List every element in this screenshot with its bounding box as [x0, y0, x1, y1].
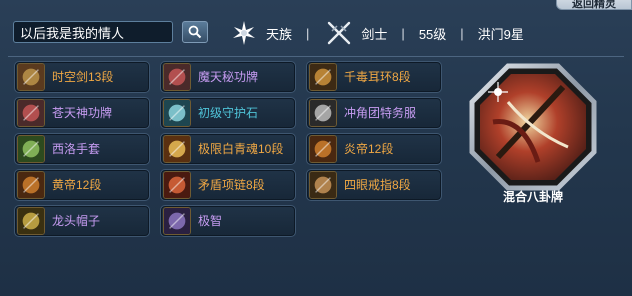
class-label: 剑士	[361, 26, 388, 42]
soul-icon	[163, 135, 191, 163]
race-icon	[228, 17, 260, 49]
equipment-slot[interactable]: 极智	[160, 205, 296, 237]
glove-icon	[17, 135, 45, 163]
search-button[interactable]	[182, 21, 208, 43]
earring-icon	[309, 63, 337, 91]
search-icon	[188, 25, 202, 39]
separator: |	[401, 25, 405, 41]
race-label: 天族	[266, 26, 293, 42]
equipment-label: 炎帝12段	[344, 142, 394, 156]
necklace-icon	[163, 171, 191, 199]
equipment-label: 矛盾项链8段	[198, 178, 265, 192]
bracelet-icon	[309, 135, 337, 163]
equipment-slot[interactable]: 炎帝12段	[306, 133, 442, 165]
ring-icon	[309, 171, 337, 199]
equipment-label: 苍天神功牌	[52, 106, 113, 120]
equipment-slot[interactable]: 西洛手套	[14, 133, 150, 165]
header-divider	[8, 56, 624, 57]
equipment-slot[interactable]: 极限白青魂10段	[160, 133, 296, 165]
equipment-label: 时空剑13段	[52, 70, 114, 84]
equipment-label: 极智	[198, 214, 223, 228]
bracelet-icon	[17, 171, 45, 199]
equipment-label: 初级守护石	[198, 106, 259, 120]
badge-icon	[163, 63, 191, 91]
equipment-slot[interactable]: 苍天神功牌	[14, 97, 150, 129]
equipment-label: 千毒耳环8段	[344, 70, 411, 84]
class-icon	[323, 17, 355, 49]
equipment-slot[interactable]: 龙头帽子	[14, 205, 150, 237]
server-label: 洪门9星	[477, 26, 524, 42]
pet-icon	[163, 207, 191, 235]
equipment-label: 四眼戒指8段	[344, 178, 411, 192]
equipment-slot[interactable]: 矛盾项链8段	[160, 169, 296, 201]
bagua-badge-icon[interactable]	[468, 62, 598, 192]
equipment-slot[interactable]: 四眼戒指8段	[306, 169, 442, 201]
equipment-label: 魔天秘功牌	[198, 70, 259, 84]
equipment-label: 极限白青魂10段	[198, 142, 284, 156]
equipment-label: 黄帝12段	[52, 178, 102, 192]
badge-icon	[17, 99, 45, 127]
stone-icon	[163, 99, 191, 127]
level-label: 55级	[418, 26, 447, 42]
header-bar: 天族 | 剑士 | 55级 | 洪门9星	[0, 14, 632, 52]
outfit-icon	[309, 99, 337, 127]
search-input[interactable]	[13, 21, 173, 43]
bagua-label: 混合八卦牌	[502, 190, 563, 204]
sword-icon	[17, 63, 45, 91]
separator: |	[306, 25, 310, 41]
equipment-label: 冲角团特务服	[344, 106, 417, 120]
equipment-slot[interactable]: 时空剑13段	[14, 61, 150, 93]
separator: |	[460, 25, 464, 41]
profile-info: 天族 | 剑士 | 55级 | 洪门9星	[228, 14, 524, 52]
corner-button[interactable]: 返回精灵	[556, 0, 632, 10]
equipment-label: 西洛手套	[52, 142, 101, 156]
equipment-slot[interactable]: 黄帝12段	[14, 169, 150, 201]
equipment-label: 龙头帽子	[52, 214, 101, 228]
equipment-slot[interactable]: 冲角团特务服	[306, 97, 442, 129]
equipment-slot[interactable]: 魔天秘功牌	[160, 61, 296, 93]
helmet-icon	[17, 207, 45, 235]
equipment-slot[interactable]: 千毒耳环8段	[306, 61, 442, 93]
character-equipment-panel: 返回精灵 天族 |	[0, 0, 632, 296]
equipment-slot[interactable]: 初级守护石	[160, 97, 296, 129]
